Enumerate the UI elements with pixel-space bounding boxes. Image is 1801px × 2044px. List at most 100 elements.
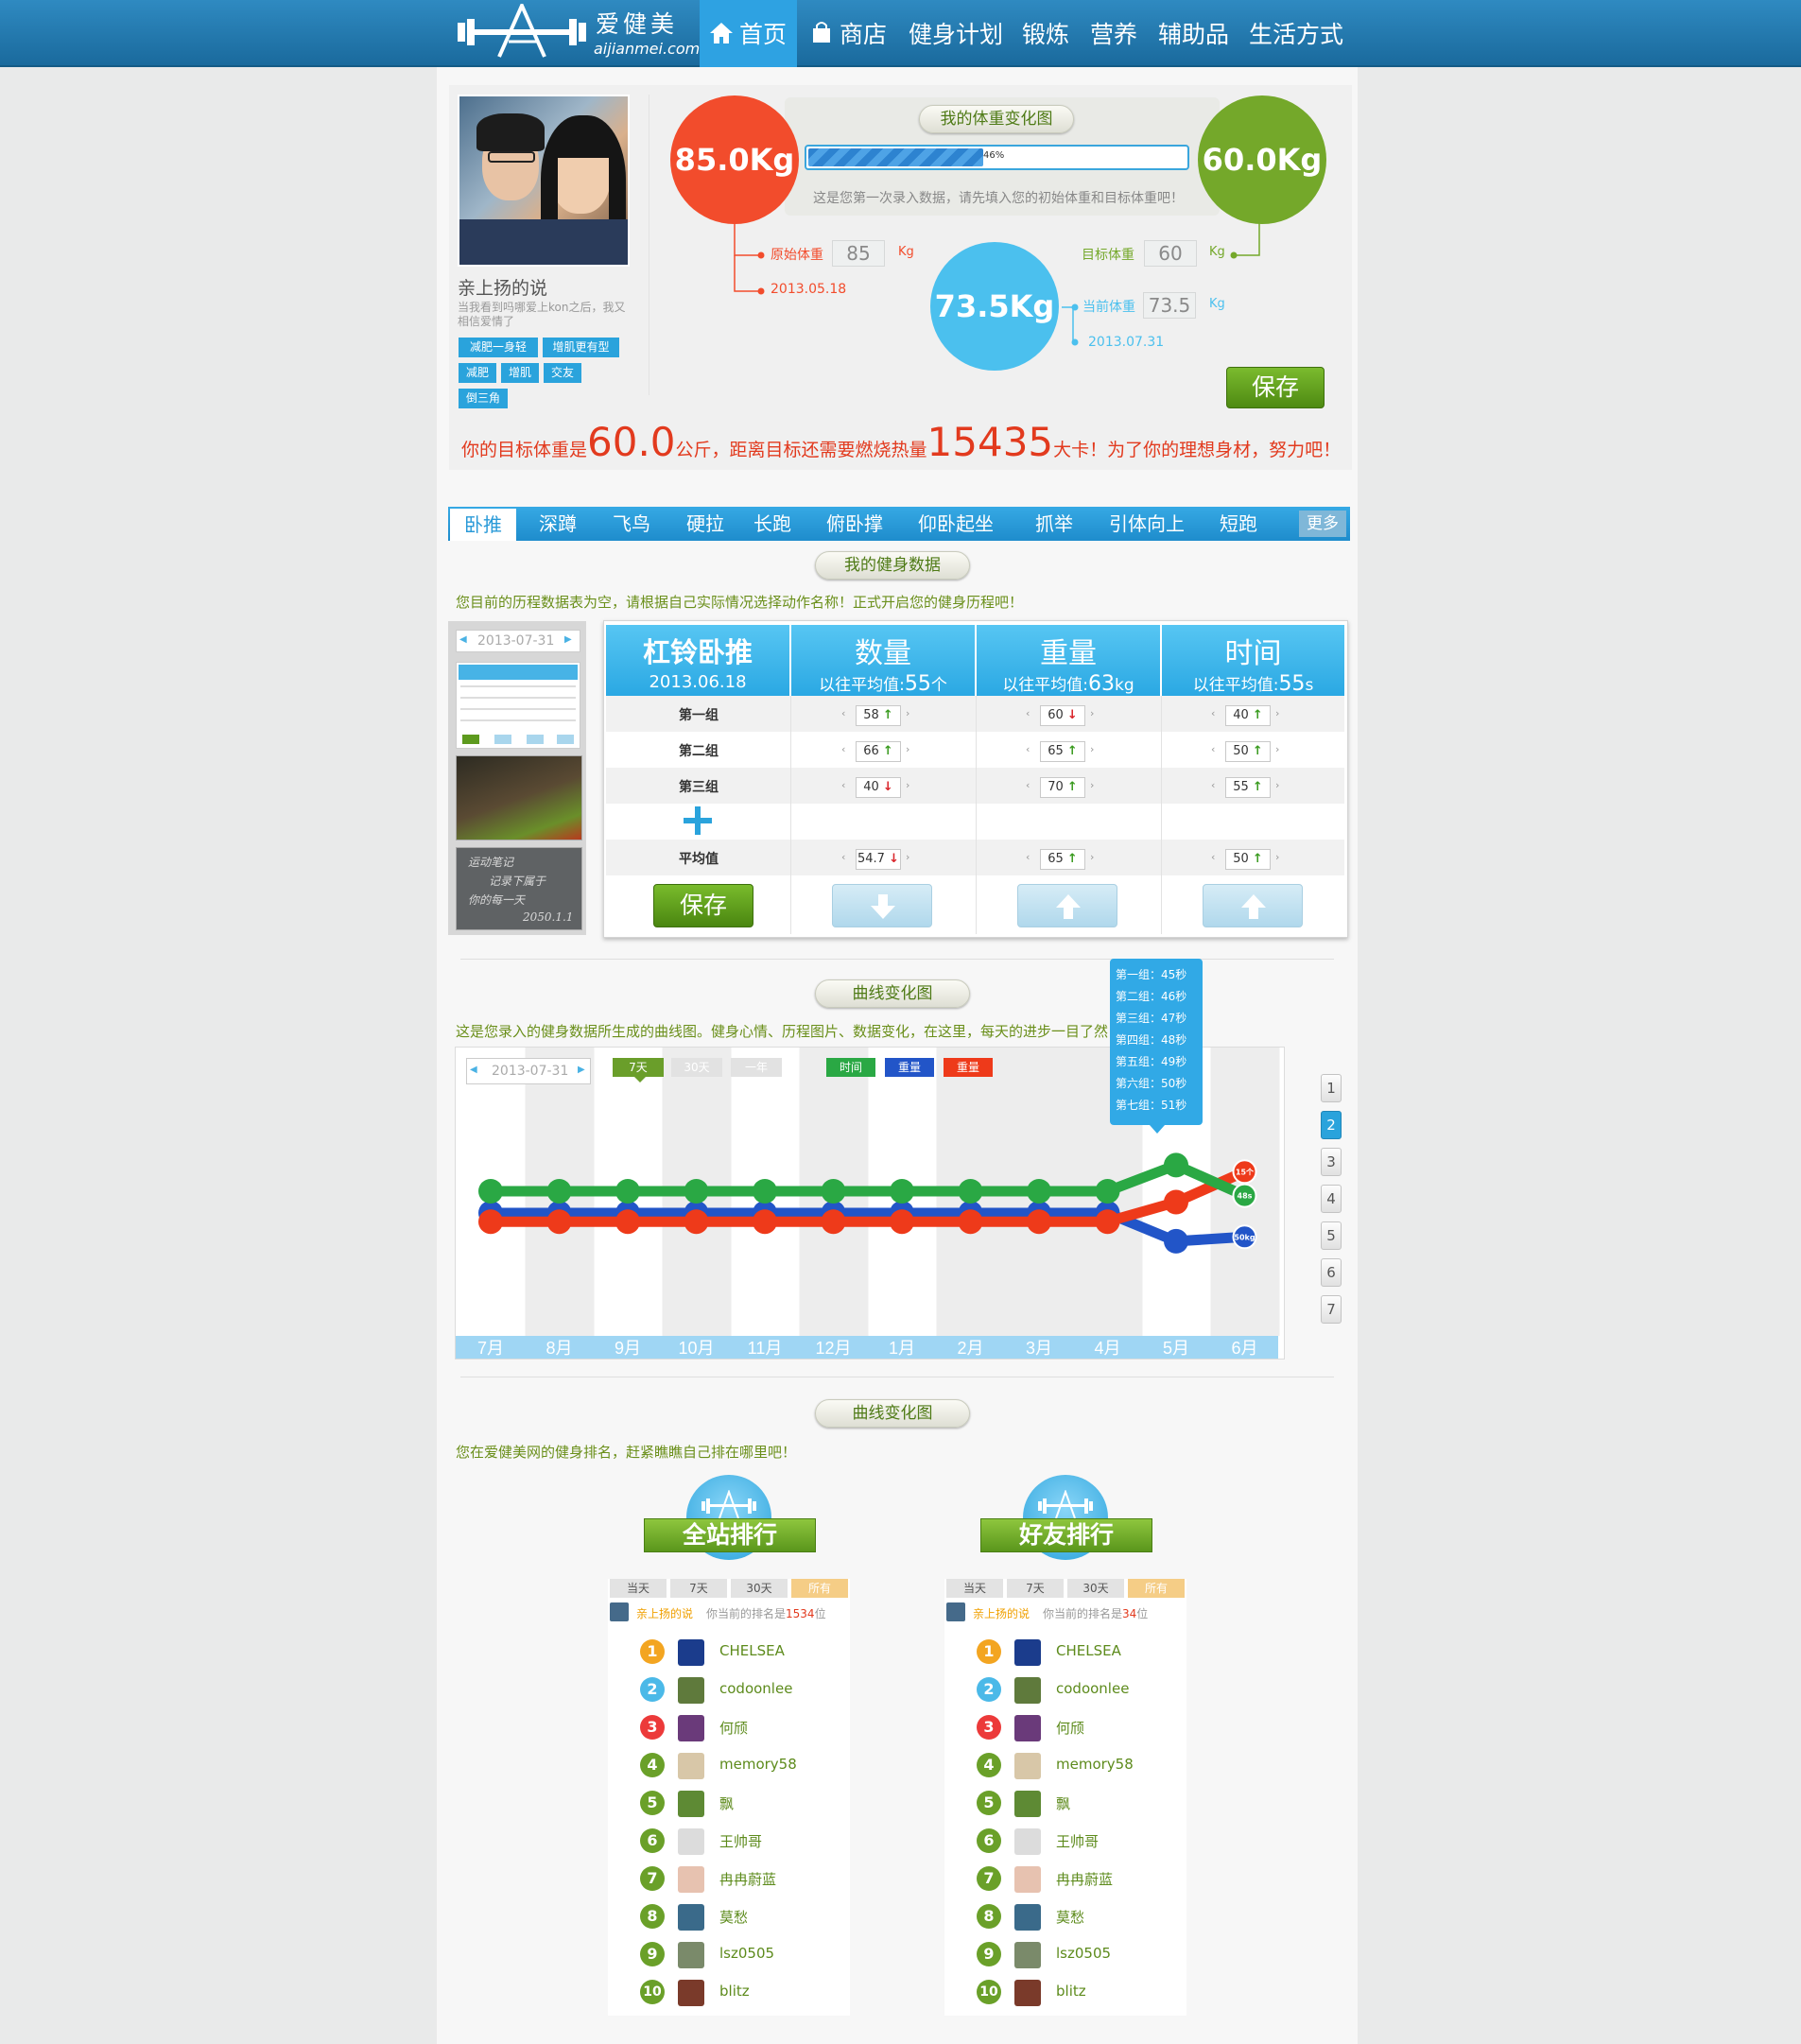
time-up-button[interactable]	[1203, 884, 1303, 927]
side-date-picker[interactable]: ◀ 2013-07-31 ▶	[456, 630, 580, 652]
stepper-decrease-icon[interactable]: ‹	[841, 743, 851, 755]
stepper-decrease-icon[interactable]: ‹	[841, 851, 851, 863]
tab-deadlift[interactable]: 硬拉	[686, 507, 724, 541]
tab-pull-up[interactable]: 引体向上	[1109, 507, 1185, 541]
data-point[interactable]	[1027, 1179, 1051, 1204]
data-point[interactable]	[821, 1209, 846, 1235]
my-name[interactable]: 亲上扬的说	[973, 1605, 1030, 1621]
user-name[interactable]: 王帅哥	[719, 1831, 762, 1851]
data-point[interactable]	[958, 1209, 983, 1235]
ranking-row[interactable]: 8 莫愁	[944, 1897, 1186, 1934]
data-point[interactable]	[478, 1179, 503, 1204]
ranking-row[interactable]: 3 何颀	[608, 1707, 850, 1745]
stepper-increase-icon[interactable]: ›	[1090, 779, 1100, 791]
data-point[interactable]	[958, 1179, 983, 1204]
user-name[interactable]: 飘	[719, 1793, 734, 1813]
ranking-row[interactable]: 1 CHELSEA	[608, 1632, 850, 1670]
user-name[interactable]: 飘	[1056, 1793, 1070, 1813]
fitness-save-button[interactable]: 保存	[653, 884, 753, 927]
value-stepper[interactable]: ‹ 65 ↑ ›	[1026, 740, 1100, 763]
user-avatar[interactable]	[678, 1715, 704, 1741]
user-name[interactable]: codoonlee	[719, 1680, 792, 1697]
ranking-row[interactable]: 3 何颀	[944, 1707, 1186, 1745]
ranking-row[interactable]: 2 codoonlee	[608, 1670, 850, 1707]
data-point[interactable]	[890, 1209, 914, 1235]
user-avatar[interactable]	[1014, 1677, 1041, 1704]
page-button-1[interactable]: 1	[1321, 1074, 1342, 1102]
stepper-value[interactable]: 58 ↑	[856, 705, 901, 726]
data-point[interactable]	[1095, 1209, 1120, 1235]
user-name[interactable]: blitz	[719, 1983, 750, 2000]
user-name[interactable]: memory58	[719, 1756, 797, 1773]
site-logo[interactable]: 爱健美 aijianmei.com	[456, 0, 700, 67]
user-avatar[interactable]	[1014, 1942, 1041, 1968]
tag-gain-muscle[interactable]: 增肌	[501, 363, 539, 383]
value-stepper[interactable]: ‹ 40 ↑ ›	[1211, 704, 1285, 727]
my-name[interactable]: 亲上扬的说	[636, 1605, 693, 1621]
user-avatar[interactable]	[678, 1791, 704, 1817]
side-photo-cooking[interactable]	[456, 755, 582, 840]
nav-supplements[interactable]: 辅助品	[1158, 0, 1229, 67]
value-stepper[interactable]: ‹ 60 ↓ ›	[1026, 704, 1100, 727]
value-stepper[interactable]: ‹ 50 ↑ ›	[1211, 848, 1285, 871]
stepper-decrease-icon[interactable]: ‹	[1211, 851, 1221, 863]
curve-date-picker[interactable]: ◀ 2013-07-31 ▶	[466, 1058, 591, 1084]
ranking-tab[interactable]: 7天	[670, 1579, 727, 1598]
side-table-thumbnail[interactable]	[456, 662, 580, 749]
tag-muscle-shape[interactable]: 增肌更有型	[543, 338, 619, 357]
data-point[interactable]	[890, 1179, 914, 1204]
nav-home[interactable]: 首页	[700, 0, 797, 67]
tab-push-up[interactable]: 俯卧撑	[826, 507, 883, 541]
ranking-row[interactable]: 9 lsz0505	[608, 1934, 850, 1972]
tab-fly[interactable]: 飞鸟	[613, 507, 650, 541]
ranking-tab[interactable]: 所有	[791, 1579, 848, 1598]
stepper-increase-icon[interactable]: ›	[906, 779, 915, 791]
ranking-tab[interactable]: 7天	[1007, 1579, 1064, 1598]
user-avatar[interactable]	[1014, 1715, 1041, 1741]
tab-snatch[interactable]: 抓举	[1035, 507, 1073, 541]
target-weight-input[interactable]: 60	[1144, 240, 1197, 267]
side-sport-note[interactable]: 运动笔记 记录下属于 你的每一天 2050.1.1	[456, 847, 582, 930]
ranking-row[interactable]: 6 王帅哥	[608, 1821, 850, 1859]
range-7-days[interactable]: 7天	[613, 1058, 664, 1077]
ranking-row[interactable]: 2 codoonlee	[944, 1670, 1186, 1707]
ranking-row[interactable]: 4 memory58	[608, 1745, 850, 1783]
user-avatar[interactable]	[678, 1904, 704, 1931]
ranking-row[interactable]: 5飘	[608, 1783, 850, 1821]
user-name[interactable]: CHELSEA	[1056, 1642, 1121, 1659]
user-avatar[interactable]	[678, 1677, 704, 1704]
stepper-value[interactable]: 50 ↑	[1225, 741, 1271, 762]
tag-lose-weight[interactable]: 减肥	[459, 363, 496, 383]
user-name[interactable]: lsz0505	[1056, 1945, 1111, 1962]
user-avatar[interactable]	[678, 1980, 704, 2006]
stepper-decrease-icon[interactable]: ‹	[1026, 851, 1035, 863]
user-avatar[interactable]	[678, 1639, 704, 1666]
page-button-3[interactable]: 3	[1321, 1148, 1342, 1176]
side-date-prev-icon[interactable]: ◀	[459, 634, 467, 645]
tab-sit-up[interactable]: 仰卧起坐	[918, 507, 994, 541]
range-30-days[interactable]: 30天	[671, 1058, 722, 1077]
stepper-decrease-icon[interactable]: ‹	[1026, 779, 1035, 791]
stepper-value[interactable]: 54.7 ↓	[856, 849, 901, 870]
data-point[interactable]	[1164, 1228, 1188, 1254]
stepper-decrease-icon[interactable]: ‹	[1211, 707, 1221, 719]
curve-date-next-icon[interactable]: ▶	[578, 1065, 585, 1075]
user-name[interactable]: 何颀	[1056, 1718, 1084, 1738]
user-avatar[interactable]	[1014, 1639, 1041, 1666]
data-point[interactable]	[821, 1179, 846, 1204]
add-set-button[interactable]	[684, 806, 712, 835]
count-down-button[interactable]	[832, 884, 932, 927]
tab-long-run[interactable]: 长跑	[753, 507, 791, 541]
tab-sprint[interactable]: 短跑	[1220, 507, 1257, 541]
data-point[interactable]	[546, 1209, 572, 1235]
stepper-value[interactable]: 55 ↑	[1225, 777, 1271, 798]
ranking-row[interactable]: 6 王帅哥	[944, 1821, 1186, 1859]
user-name[interactable]: memory58	[1056, 1756, 1134, 1773]
side-date-next-icon[interactable]: ▶	[564, 634, 572, 645]
ranking-tab[interactable]: 30天	[731, 1579, 788, 1598]
user-name[interactable]: codoonlee	[1056, 1680, 1129, 1697]
stepper-decrease-icon[interactable]: ‹	[1026, 707, 1035, 719]
initial-weight-input[interactable]: 85	[832, 240, 885, 267]
user-avatar[interactable]	[678, 1753, 704, 1779]
stepper-increase-icon[interactable]: ›	[1090, 707, 1100, 719]
